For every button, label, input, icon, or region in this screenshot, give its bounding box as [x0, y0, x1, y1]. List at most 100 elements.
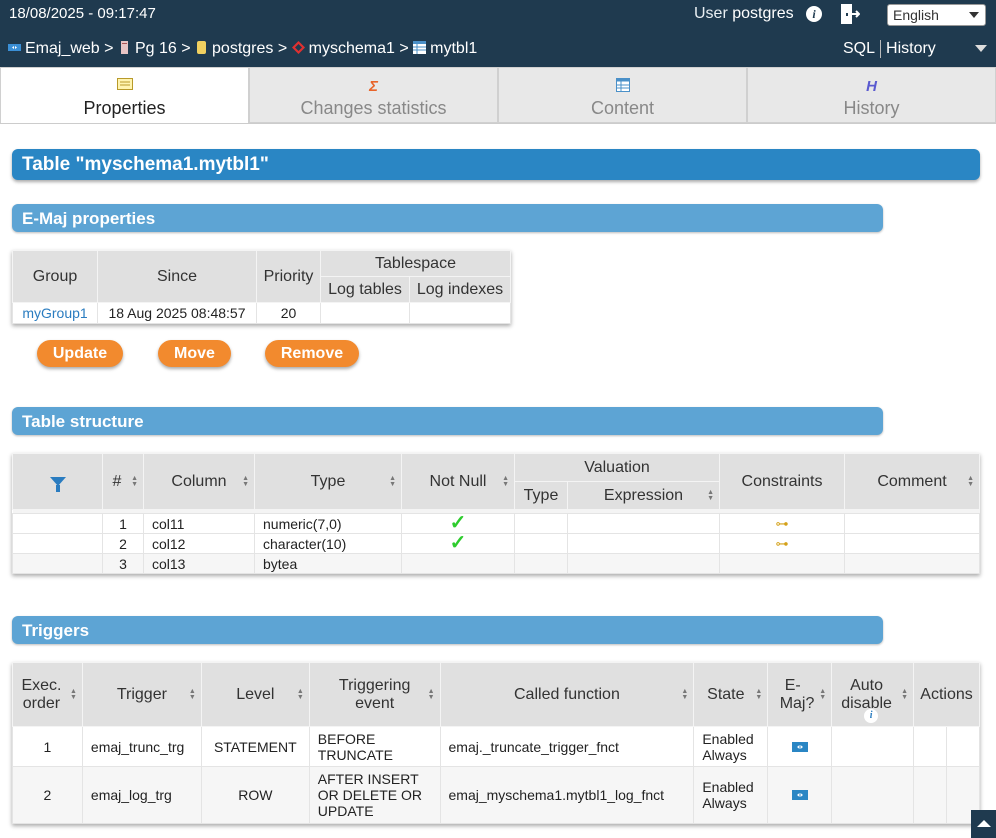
breadcrumb: Emaj_web > Pg 16 > postgres > myschema1 … — [8, 40, 477, 58]
emaj-icon — [791, 790, 808, 800]
cell-since: 18 Aug 2025 08:48:57 — [97, 302, 257, 324]
header-not-null[interactable]: Not Null ▲ ▼ — [401, 453, 515, 510]
header-exec-order[interactable]: Exec. order ▲ ▼ — [12, 662, 83, 727]
cell-type: bytea — [254, 553, 402, 574]
header-label: E-Maj? — [779, 676, 815, 712]
user-label: User — [694, 5, 728, 22]
table-row: 1 col11 numeric(7,0) ✓ ⊶ — [12, 512, 980, 534]
cell-comment — [844, 533, 980, 554]
cell-not-null: ✓ — [401, 512, 515, 534]
cell-constraints — [719, 553, 845, 574]
check-icon: ✓ — [449, 532, 467, 554]
header-label: Exec. order — [21, 676, 62, 712]
cell-event: BEFORE TRUNCATE — [308, 726, 441, 767]
header-called-function[interactable]: Called function ▲ ▼ — [439, 662, 695, 727]
filter-icon[interactable] — [49, 476, 66, 492]
filter-header[interactable] — [12, 453, 103, 510]
tab-content[interactable]: Content — [498, 67, 747, 123]
cell-num: 3 — [102, 553, 144, 574]
user-info: User postgres — [694, 5, 794, 23]
breadcrumb-separator: > — [277, 40, 288, 57]
breadcrumb-item-schema[interactable]: myschema1 — [309, 40, 395, 57]
breadcrumb-item-table[interactable]: mytbl1 — [430, 40, 477, 57]
sort-icon: ▲ ▼ — [819, 687, 827, 701]
header-num[interactable]: # ▲ ▼ — [102, 453, 144, 510]
top-bar: 18/08/2025 - 09:17:47 User postgres i En… — [0, 0, 996, 67]
check-icon: ✓ — [449, 512, 467, 534]
header-emaj[interactable]: E-Maj? ▲ ▼ — [767, 662, 833, 727]
cell-auto-disable — [831, 726, 915, 767]
chevron-down-icon — [969, 12, 979, 18]
header-type[interactable]: Type ▲ ▼ — [254, 453, 402, 510]
header-trigger[interactable]: Trigger ▲ ▼ — [81, 662, 202, 727]
cell-actions — [913, 766, 980, 824]
tab-history[interactable]: H History — [747, 67, 996, 123]
tab-changes-statistics[interactable]: Σ Changes statistics — [249, 67, 498, 123]
language-value: English — [893, 7, 939, 23]
move-button[interactable]: Move — [158, 340, 231, 367]
group-link[interactable]: myGroup1 — [22, 305, 87, 321]
page-title: Table "myschema1.mytbl1" — [12, 149, 980, 180]
breadcrumb-item-emaj-web[interactable]: Emaj_web — [25, 40, 100, 57]
header-log-tables: Log tables — [320, 276, 410, 303]
table-row: 3 col13 bytea — [12, 553, 980, 574]
tab-properties[interactable]: Properties — [0, 67, 249, 123]
cell-type: character(10) — [254, 533, 402, 554]
cell-val-type — [514, 533, 568, 554]
logout-icon[interactable] — [840, 3, 860, 25]
header-comment[interactable]: Comment ▲ ▼ — [844, 453, 980, 510]
sort-icon: ▲ ▼ — [427, 687, 435, 701]
tab-bar: Properties Σ Changes statistics Content … — [0, 67, 996, 124]
cell-level: ROW — [200, 766, 310, 824]
tab-label: Changes statistics — [300, 98, 447, 118]
header-label: Level — [236, 685, 275, 703]
header-auto-disable[interactable]: Auto disable ▲ ▼ i — [831, 662, 915, 727]
cell-function: emaj._truncate_trigger_fnct — [439, 726, 695, 767]
cell-num: 2 — [102, 533, 144, 554]
header-valuation-type: Type — [514, 481, 568, 510]
cell-column: col13 — [143, 553, 255, 574]
cell-event: AFTER INSERT OR DELETE OR UPDATE — [308, 766, 441, 824]
info-icon[interactable]: i — [864, 709, 879, 723]
emaj-properties-table: Group Since Priority Tablespace Log tabl… — [12, 250, 511, 324]
scroll-to-top-button[interactable] — [971, 810, 996, 838]
language-select[interactable]: English — [887, 4, 986, 26]
action-slot — [914, 727, 948, 766]
breadcrumb-item-server[interactable]: Pg 16 — [135, 40, 177, 57]
header-triggering-event[interactable]: Triggering event ▲ ▼ — [308, 662, 441, 727]
update-button[interactable]: Update — [37, 340, 123, 367]
cell-column: col11 — [143, 513, 255, 534]
sort-icon: ▲ ▼ — [69, 687, 77, 701]
history-icon: H — [866, 78, 877, 95]
cell-val-type — [514, 553, 568, 574]
table-row: 2 emaj_log_trg ROW AFTER INSERT OR DELET… — [12, 766, 980, 824]
sql-link[interactable]: SQL — [843, 40, 875, 57]
header-column[interactable]: Column ▲ ▼ — [143, 453, 255, 510]
cell-exec-order: 2 — [12, 766, 83, 824]
cell-comment — [844, 553, 980, 574]
tab-label: History — [843, 98, 900, 118]
history-dropdown-icon[interactable] — [975, 45, 987, 52]
cell-exec-order: 1 — [12, 726, 83, 767]
table-row: myGroup1 18 Aug 2025 08:48:57 20 — [12, 302, 511, 324]
cell-not-null — [401, 553, 515, 574]
history-link[interactable]: History — [886, 40, 936, 57]
remove-button[interactable]: Remove — [265, 340, 359, 367]
section-title-table-structure: Table structure — [12, 407, 883, 435]
header-valuation-expression[interactable]: Expression ▲ ▼ — [567, 481, 720, 510]
breadcrumb-item-database[interactable]: postgres — [212, 40, 273, 57]
header-state[interactable]: State ▲ ▼ — [693, 662, 769, 727]
sort-icon: ▲ ▼ — [242, 474, 249, 488]
triggers-table: Exec. order ▲ ▼ Trigger ▲ ▼ Level ▲ ▼ Triggeri… — [12, 662, 980, 824]
cell-filter — [12, 553, 103, 574]
header-level[interactable]: Level ▲ ▼ — [200, 662, 310, 727]
info-icon[interactable]: i — [806, 6, 822, 22]
header-label: Triggering event — [338, 676, 411, 712]
header-since: Since — [97, 250, 257, 303]
cell-not-null: ✓ — [401, 532, 515, 554]
cell-comment — [844, 513, 980, 534]
header-label: Type — [310, 472, 346, 490]
cell-log-indexes — [409, 302, 511, 324]
cell-val-expr — [567, 533, 720, 554]
tab-label: Content — [590, 98, 655, 118]
